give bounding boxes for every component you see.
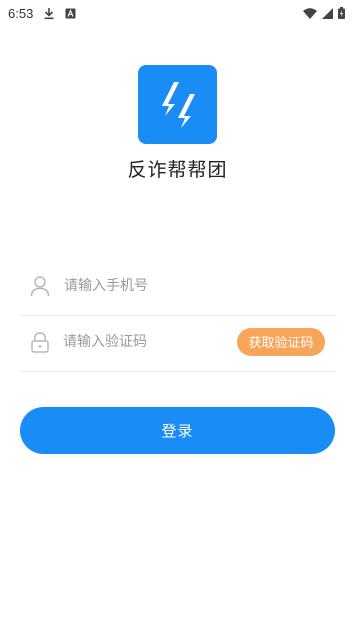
code-row: 获取验证码 xyxy=(20,312,335,372)
lightning-logo-icon xyxy=(155,80,201,130)
battery-icon xyxy=(338,7,345,19)
accessibility-a-icon xyxy=(65,8,76,19)
lock-icon xyxy=(28,330,51,354)
signal-icon xyxy=(322,7,333,19)
download-icon xyxy=(43,7,55,20)
wifi-icon xyxy=(303,7,317,19)
status-bar: 6:53 xyxy=(0,0,355,26)
login-button[interactable]: 登录 xyxy=(20,407,335,454)
app-name: 反诈帮帮团 xyxy=(127,159,228,181)
phone-input[interactable] xyxy=(64,273,335,298)
get-code-button[interactable]: 获取验证码 xyxy=(237,327,325,356)
app-logo xyxy=(138,65,217,144)
status-left: 6:53 xyxy=(8,6,76,21)
phone-row xyxy=(20,256,335,316)
code-input[interactable] xyxy=(63,329,237,354)
status-right xyxy=(303,7,345,19)
user-icon xyxy=(28,274,52,298)
login-screen: 6:53 反诈帮帮团 请输入手机号 请输入验证码 获取验证码 登录 xyxy=(0,0,355,632)
status-time: 6:53 xyxy=(8,5,34,21)
